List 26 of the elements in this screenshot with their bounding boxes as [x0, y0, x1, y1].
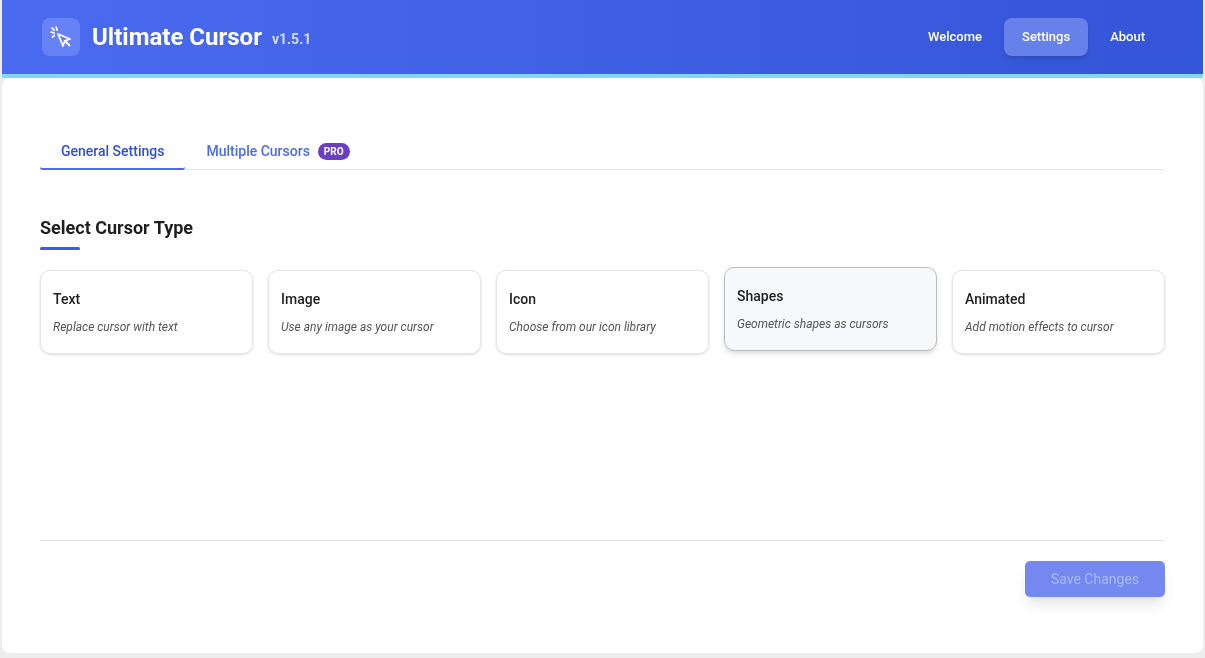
- card-description: Replace cursor with text: [53, 318, 179, 336]
- pro-badge: PRO: [317, 142, 350, 160]
- card-title: Icon: [509, 289, 537, 309]
- cursor-logo-icon: [42, 18, 80, 56]
- app-version: v1.5.1: [271, 29, 312, 49]
- card-title: Animated: [965, 289, 1027, 309]
- nav-tab[interactable]: Settings: [1004, 18, 1089, 56]
- cursor-type-card[interactable]: Animated Add motion effects to cursor: [952, 270, 1165, 354]
- page-tab[interactable]: General Settings: [40, 134, 186, 170]
- cursor-type-card[interactable]: Shapes Geometric shapes as cursors: [724, 267, 937, 351]
- nav-tab[interactable]: About: [1092, 18, 1163, 56]
- card-description: Add motion effects to cursor: [965, 318, 1115, 336]
- cursor-type-card[interactable]: Image Use any image as your cursor: [268, 270, 481, 354]
- nav-tab[interactable]: Welcome: [910, 18, 1000, 56]
- section-title: Select Cursor Type: [40, 216, 194, 240]
- card-description: Geometric shapes as cursors: [737, 315, 890, 333]
- card-title: Shapes: [737, 286, 785, 306]
- cursor-type-card[interactable]: Icon Choose from our icon library: [496, 270, 709, 354]
- card-title: Text: [53, 289, 82, 309]
- title-underline: [40, 247, 80, 250]
- cursor-type-card[interactable]: Text Replace cursor with text: [40, 270, 253, 354]
- card-description: Use any image as your cursor: [281, 318, 435, 336]
- page-tab[interactable]: Multiple Cursors PRO: [185, 134, 371, 170]
- app-title: Ultimate Cursor: [92, 22, 262, 53]
- card-description: Choose from our icon library: [509, 318, 657, 336]
- card-title: Image: [281, 289, 322, 309]
